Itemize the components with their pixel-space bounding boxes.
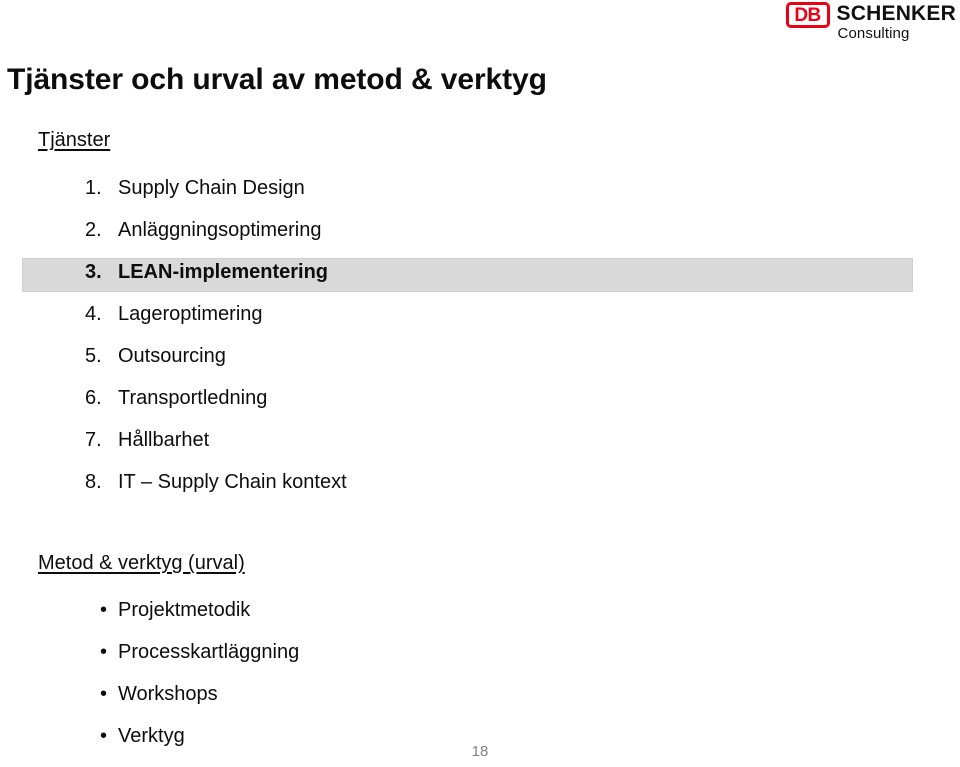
db-schenker-consulting-logo: DB SCHENKER Consulting [785, 2, 956, 43]
services-section: Tjänster 1. Supply Chain Design 2. Anläg… [0, 128, 960, 503]
list-item-label: Transportledning [118, 387, 268, 409]
list-item-marker: 8. [85, 471, 102, 493]
methods-section: Metod & verktyg (urval) • Projektmetodik… [0, 551, 960, 757]
list-item-marker: 4. [85, 303, 102, 325]
list-item[interactable]: 4. Lageroptimering [0, 293, 960, 335]
list-item-label: LEAN-implementering [118, 261, 329, 283]
list-item[interactable]: 1. Supply Chain Design [0, 167, 960, 209]
list-item-label: Projektmetodik [118, 599, 251, 621]
methods-heading: Metod & verktyg (urval) [38, 552, 245, 574]
list-item-label: Anläggningsoptimering [118, 219, 322, 241]
logo-brand-text: SCHENKER [836, 2, 956, 25]
list-item-label: Lageroptimering [118, 303, 263, 325]
list-item-label: IT – Supply Chain kontext [118, 471, 347, 493]
bullet-icon: • [100, 599, 108, 621]
list-item[interactable]: 6. Transportledning [0, 377, 960, 419]
bullet-icon: • [100, 641, 108, 663]
list-item[interactable]: 8. IT – Supply Chain kontext [0, 461, 960, 503]
list-item[interactable]: • Workshops [0, 673, 960, 715]
list-item-label: Supply Chain Design [118, 177, 305, 199]
list-item-label: Workshops [118, 683, 218, 705]
list-item-marker: 3. [85, 261, 102, 283]
list-item-label: Processkartläggning [118, 641, 300, 663]
bullet-icon: • [100, 683, 108, 705]
services-list: 1. Supply Chain Design 2. Anläggningsopt… [0, 167, 960, 503]
page-title: Tjänster och urval av metod & verktyg [7, 63, 547, 97]
list-item[interactable]: • Processkartläggning [0, 631, 960, 673]
list-item-highlighted[interactable]: 3. LEAN-implementering [0, 251, 960, 293]
db-logo-icon: DB [785, 2, 830, 28]
list-item-marker: 1. [85, 177, 102, 199]
list-item[interactable]: 2. Anläggningsoptimering [0, 209, 960, 251]
list-item-label: Hållbarhet [118, 429, 210, 451]
list-item-marker: 6. [85, 387, 102, 409]
list-item-marker: 5. [85, 345, 102, 367]
services-heading: Tjänster [38, 129, 111, 151]
slide: DB SCHENKER Consulting Tjänster och urva… [0, 0, 960, 767]
list-item[interactable]: 5. Outsourcing [0, 335, 960, 377]
db-logo-text: DB [794, 4, 821, 26]
list-item-label: Outsourcing [118, 345, 226, 367]
logo-wordmark: SCHENKER Consulting [836, 2, 956, 43]
list-item[interactable]: • Projektmetodik [0, 589, 960, 631]
list-item[interactable]: 7. Hållbarhet [0, 419, 960, 461]
methods-list: • Projektmetodik • Processkartläggning •… [0, 589, 960, 757]
list-item-marker: 7. [85, 429, 102, 451]
list-item-marker: 2. [85, 219, 102, 241]
logo-subbrand-text: Consulting [837, 25, 910, 42]
page-number: 18 [471, 743, 489, 760]
